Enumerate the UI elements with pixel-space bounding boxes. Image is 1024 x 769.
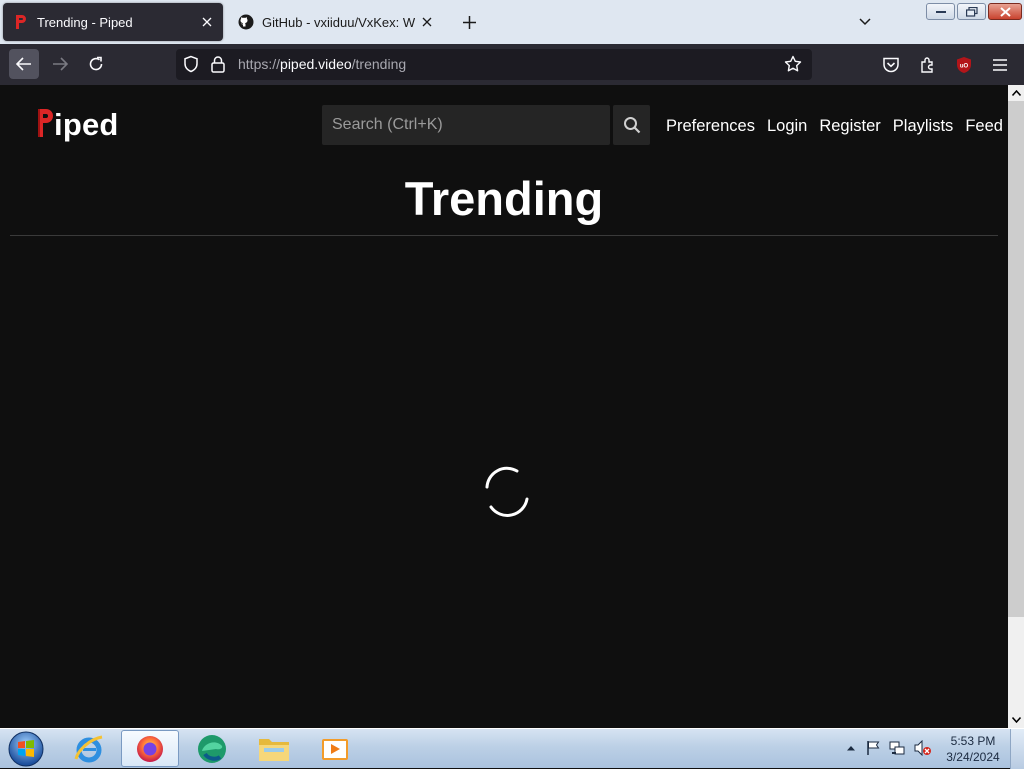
show-hidden-icons-arrow-icon[interactable] [842, 739, 860, 757]
scroll-up-arrow-icon[interactable] [1008, 85, 1024, 101]
nav-link-feed[interactable]: Feed [965, 117, 1003, 136]
clock-date: 3/24/2024 [946, 750, 1000, 764]
reload-button[interactable] [81, 49, 111, 79]
url-path: /trending [351, 56, 407, 72]
tab-trending-piped[interactable]: Trending - Piped [3, 3, 223, 41]
taskbar-media-player[interactable] [306, 730, 364, 767]
taskbar-firefox[interactable] [121, 730, 179, 767]
tracking-protection-shield-icon[interactable] [182, 55, 200, 78]
page-scrollbar[interactable] [1008, 85, 1024, 728]
tab-title: Trending - Piped [37, 14, 133, 30]
minimize-window-button[interactable] [926, 3, 955, 20]
back-button[interactable] [9, 49, 39, 79]
reload-icon [89, 56, 103, 71]
hamburger-menu-icon[interactable] [989, 54, 1011, 76]
minimize-icon [935, 10, 946, 13]
edge-icon [198, 734, 226, 763]
url-domain: piped.video [280, 56, 352, 72]
search-button[interactable] [613, 105, 650, 145]
address-bar[interactable]: https://piped.video/trending [176, 49, 812, 80]
start-button[interactable] [6, 730, 46, 768]
nav-link-login[interactable]: Login [767, 117, 807, 136]
title-divider [10, 235, 998, 236]
top-navigation: Preferences Login Register Playlists Fee… [666, 117, 1003, 136]
url-scheme: https:// [238, 56, 281, 72]
media-player-icon [322, 738, 348, 760]
tab-strip: Trending - Piped GitHub - vxiiduu/VxKex:… [0, 0, 1024, 44]
taskbar-clock[interactable]: 5:53 PM 3/24/2024 [940, 733, 1006, 765]
close-tab-icon[interactable] [415, 10, 439, 34]
restore-icon [965, 6, 978, 17]
close-icon [999, 6, 1011, 17]
search-input[interactable] [322, 105, 610, 145]
tab-github-vxkex[interactable]: GitHub - vxiiduu/VxKex: Windo [228, 3, 443, 41]
github-favicon-icon [238, 14, 254, 30]
internet-explorer-icon [74, 735, 103, 762]
bookmark-star-icon[interactable] [784, 55, 802, 78]
scroll-down-arrow-icon[interactable] [1008, 712, 1024, 728]
show-desktop-button[interactable] [1010, 729, 1024, 769]
piped-page: iped Preferences Login Register Playlist… [0, 85, 1008, 728]
search-icon [623, 117, 640, 134]
forward-button[interactable] [45, 49, 75, 79]
piped-logo-p-icon [36, 108, 54, 143]
clock-time: 5:53 PM [950, 734, 996, 748]
svg-text:uO: uO [960, 64, 969, 70]
windows-start-orb-icon [8, 731, 44, 767]
page-title: Trending [404, 172, 604, 225]
arrow-right-icon [53, 57, 68, 71]
loading-spinner-icon [481, 461, 529, 517]
url-text[interactable]: https://piped.video/trending [238, 56, 406, 72]
folder-icon [259, 738, 289, 761]
tab-title: GitHub - vxiiduu/VxKex: Windo [262, 14, 415, 30]
taskbar-edge[interactable] [183, 730, 241, 767]
close-tab-icon[interactable] [195, 10, 219, 34]
scrollbar-thumb[interactable] [1008, 101, 1024, 617]
firefox-icon [137, 735, 163, 762]
new-tab-button[interactable] [456, 10, 482, 34]
piped-favicon-icon [13, 14, 29, 30]
volume-muted-icon[interactable] [914, 739, 932, 757]
nav-link-register[interactable]: Register [819, 117, 880, 136]
piped-logo[interactable]: iped [36, 107, 119, 143]
plus-icon [462, 15, 476, 29]
logo-text: iped [54, 107, 119, 142]
nav-link-preferences[interactable]: Preferences [666, 117, 755, 136]
navigation-toolbar: https://piped.video/trending uO [0, 44, 1024, 85]
pocket-icon[interactable] [880, 54, 902, 76]
extensions-puzzle-icon[interactable] [917, 54, 939, 76]
action-center-flag-icon[interactable] [864, 739, 882, 757]
ublock-origin-icon[interactable]: uO [953, 54, 975, 76]
close-window-button[interactable] [988, 3, 1022, 20]
lock-icon[interactable] [210, 55, 226, 78]
chevron-down-icon [859, 18, 871, 26]
list-all-tabs-button[interactable] [852, 10, 878, 34]
taskbar-internet-explorer[interactable] [60, 730, 118, 767]
taskbar-file-explorer[interactable] [245, 730, 303, 767]
arrow-left-icon [16, 57, 31, 71]
windows-taskbar: 5:53 PM 3/24/2024 [0, 728, 1024, 769]
nav-link-playlists[interactable]: Playlists [893, 117, 954, 136]
restore-window-button[interactable] [957, 3, 986, 20]
network-icon[interactable] [888, 739, 906, 757]
